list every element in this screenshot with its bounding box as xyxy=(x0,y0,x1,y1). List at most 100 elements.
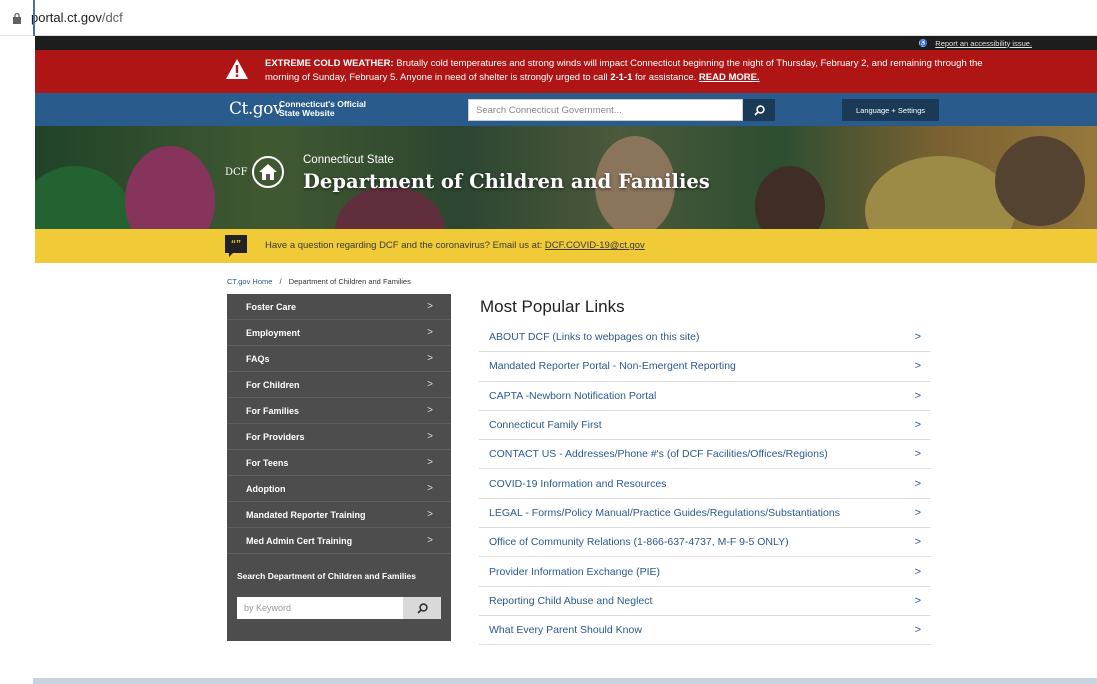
url-path: /dcf xyxy=(101,10,123,25)
popular-link[interactable]: ABOUT DCF (Links to webpages on this sit… xyxy=(479,323,931,353)
search-icon xyxy=(753,104,765,116)
dcf-logo-text: DCF xyxy=(225,166,248,178)
covid-message: Have a question regarding DCF and the co… xyxy=(265,240,545,251)
weather-alert-banner: EXTREME COLD WEATHER: Brutally cold temp… xyxy=(35,50,1097,93)
popular-link-label: CONTACT US - Addresses/Phone #'s (of DCF… xyxy=(489,448,828,461)
browser-address-bar[interactable]: portal.ct.gov/dcf xyxy=(0,0,1097,36)
sidebar-item-label: Mandated Reporter Training xyxy=(246,509,366,520)
popular-link-label: CAPTA -Newborn Notification Portal xyxy=(489,389,657,402)
popular-link-label: What Every Parent Should Know xyxy=(489,624,642,637)
chevron-right-icon: > xyxy=(427,405,433,416)
popular-link[interactable]: Connecticut Family First > xyxy=(479,411,931,441)
chevron-right-icon: > xyxy=(914,331,921,344)
alert-phone: 2-1-1 xyxy=(610,72,633,83)
sidebar-item-med-admin-cert-training[interactable]: Med Admin Cert Training > xyxy=(227,528,451,554)
search-icon xyxy=(416,602,428,614)
ct-search-input[interactable]: Search Connecticut Government... xyxy=(468,99,743,121)
sidebar-item-label: Foster Care xyxy=(246,301,297,312)
chevron-right-icon: > xyxy=(914,477,921,490)
chevron-right-icon: > xyxy=(914,389,921,402)
chevron-right-icon: > xyxy=(427,509,433,520)
chevron-right-icon: > xyxy=(914,419,921,432)
sidebar-nav: Foster Care > Employment > FAQs > For Child… xyxy=(227,294,451,641)
ct-search-button[interactable] xyxy=(743,99,775,121)
popular-link[interactable]: What Every Parent Should Know > xyxy=(479,616,931,646)
lock-icon xyxy=(13,12,21,24)
popular-link[interactable]: LEGAL - Forms/Policy Manual/Practice Gui… xyxy=(479,499,931,529)
window-edge xyxy=(33,0,35,36)
popular-links: Most Popular Links ABOUT DCF (Links to w… xyxy=(479,297,931,646)
alert-body-2: for assistance. xyxy=(632,72,699,83)
accessibility-bar: ♿ Report an accessibility issue. xyxy=(35,36,1097,50)
chevron-right-icon: > xyxy=(427,535,433,546)
popular-link[interactable]: COVID-19 Information and Resources > xyxy=(479,469,931,499)
sidebar-item-for-families[interactable]: For Families > xyxy=(227,398,451,424)
sidebar-item-label: Adoption xyxy=(246,483,286,494)
warning-icon xyxy=(226,59,248,79)
popular-link-label: Mandated Reporter Portal - Non-Emergent … xyxy=(489,360,736,373)
popular-link[interactable]: CAPTA -Newborn Notification Portal > xyxy=(479,382,931,411)
sidebar-item-label: For Teens xyxy=(246,457,289,468)
popular-link-label: Provider Information Exchange (PIE) xyxy=(489,565,660,578)
ct-gov-logo[interactable]: Ct.gov xyxy=(229,99,282,119)
chevron-right-icon: > xyxy=(427,457,433,468)
chevron-right-icon: > xyxy=(427,301,433,312)
breadcrumb-current: Department of Children and Families xyxy=(288,277,411,286)
chevron-right-icon: > xyxy=(914,536,921,549)
accessibility-icon: ♿ xyxy=(919,39,928,47)
language-settings-button[interactable]: Language + Settings xyxy=(842,99,939,121)
sidebar-search-input[interactable]: by Keyword xyxy=(237,597,403,619)
ct-gov-header: Ct.gov Connecticut's Official State Webs… xyxy=(35,93,1097,126)
popular-link[interactable]: Office of Community Relations (1-866-637… xyxy=(479,528,931,558)
page-title: Department of Children and Families xyxy=(303,170,710,193)
chevron-right-icon: > xyxy=(914,448,921,461)
popular-link[interactable]: Mandated Reporter Portal - Non-Emergent … xyxy=(479,352,931,382)
chevron-right-icon: > xyxy=(914,506,921,519)
sidebar-item-faqs[interactable]: FAQs > xyxy=(227,346,451,372)
sidebar-item-label: For Families xyxy=(246,405,300,416)
window-bottom-border xyxy=(33,678,1097,684)
chevron-right-icon: > xyxy=(427,431,433,442)
chevron-right-icon: > xyxy=(914,594,921,607)
covid-email-link[interactable]: DCF.COVID-19@ct.gov xyxy=(545,240,645,251)
ct-gov-tagline: Connecticut's Official State Website xyxy=(279,99,367,118)
sidebar-item-label: FAQs xyxy=(246,353,270,364)
url-host: portal.ct.gov xyxy=(31,10,102,25)
sidebar-item-for-children[interactable]: For Children > xyxy=(227,372,451,398)
breadcrumb-home-link[interactable]: CT.gov Home xyxy=(227,277,272,286)
sidebar-item-label: Employment xyxy=(246,327,301,338)
popular-link[interactable]: Reporting Child Abuse and Neglect > xyxy=(479,587,931,616)
popular-link[interactable]: CONTACT US - Addresses/Phone #'s (of DCF… xyxy=(479,440,931,470)
chevron-right-icon: > xyxy=(914,624,921,637)
sidebar-search: by Keyword xyxy=(237,597,441,619)
popular-link[interactable]: Provider Information Exchange (PIE) > xyxy=(479,557,931,587)
chevron-right-icon: > xyxy=(427,379,433,390)
house-icon xyxy=(251,156,284,188)
report-accessibility-link[interactable]: Report an accessibility issue. xyxy=(935,39,1032,48)
sidebar-item-employment[interactable]: Employment > xyxy=(227,320,451,346)
chevron-right-icon: > xyxy=(914,565,921,578)
quote-icon: “” xyxy=(225,235,247,257)
breadcrumb: CT.gov Home / Department of Children and… xyxy=(227,277,411,286)
sidebar-item-adoption[interactable]: Adoption > xyxy=(227,476,451,502)
popular-link-label: ABOUT DCF (Links to webpages on this sit… xyxy=(489,331,700,344)
alert-text: EXTREME COLD WEATHER: Brutally cold temp… xyxy=(265,57,985,85)
hero-subtitle: Connecticut State xyxy=(303,154,394,166)
popular-link-label: Connecticut Family First xyxy=(489,419,602,432)
sidebar-item-label: For Children xyxy=(246,379,300,390)
sidebar-search-label: Search Department of Children and Famili… xyxy=(237,571,417,581)
sidebar-item-mandated-reporter-training[interactable]: Mandated Reporter Training > xyxy=(227,502,451,528)
sidebar-item-label: For Providers xyxy=(246,431,305,442)
web-page: ♿ Report an accessibility issue. EXTREME… xyxy=(35,36,1097,677)
read-more-link[interactable]: READ MORE. xyxy=(699,72,760,83)
sidebar-item-foster-care[interactable]: Foster Care > xyxy=(227,294,451,320)
main-content: CT.gov Home / Department of Children and… xyxy=(35,263,1097,646)
alert-heading: EXTREME COLD WEATHER: xyxy=(265,58,394,69)
sidebar-search-button[interactable] xyxy=(403,597,441,619)
popular-link-label: Office of Community Relations (1-866-637… xyxy=(489,536,789,549)
sidebar-item-for-teens[interactable]: For Teens > xyxy=(227,450,451,476)
popular-link-label: COVID-19 Information and Resources xyxy=(489,477,667,490)
popular-link-label: LEGAL - Forms/Policy Manual/Practice Gui… xyxy=(489,506,840,519)
sidebar-item-for-providers[interactable]: For Providers > xyxy=(227,424,451,450)
chevron-right-icon: > xyxy=(427,353,433,364)
